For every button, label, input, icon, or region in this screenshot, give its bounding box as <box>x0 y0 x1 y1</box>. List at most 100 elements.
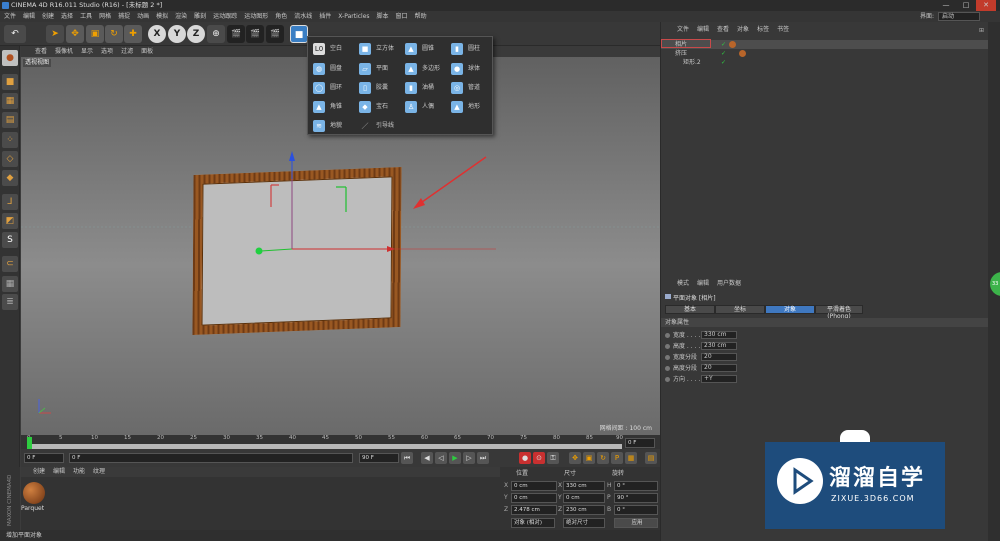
key-rotation-icon[interactable]: ↻ <box>597 452 609 464</box>
polygons-mode-icon[interactable]: ◆ <box>2 170 18 186</box>
live-select-icon[interactable]: ➤ <box>46 25 64 43</box>
key-param-icon[interactable]: P <box>611 452 623 464</box>
object-row-rectangle[interactable]: 矩形.2 <box>661 58 989 67</box>
rotate-icon[interactable]: ↻ <box>105 25 123 43</box>
menu-mograph[interactable]: 运动图形 <box>244 13 268 20</box>
end-frame-field[interactable]: 90 F <box>359 453 399 463</box>
visibility-check-icon[interactable]: ✓ <box>721 50 726 57</box>
obj-menu-view[interactable]: 查看 <box>717 26 729 33</box>
menu-tools[interactable]: 工具 <box>80 13 92 20</box>
tweak-icon[interactable]: ◩ <box>2 213 18 229</box>
material-swatch[interactable] <box>23 482 45 504</box>
model-mode-icon[interactable]: ■ <box>2 74 18 90</box>
menu-item-cone[interactable]: ▲ 圆锥 <box>402 41 448 57</box>
attr-menu-edit[interactable]: 编辑 <box>697 280 709 287</box>
tab-coord[interactable]: 坐标 <box>715 305 765 314</box>
attr-menu-userdata[interactable]: 用户数据 <box>717 280 741 287</box>
menu-item-null[interactable]: L0 空白 <box>310 41 356 57</box>
obj-menu-bookmarks[interactable]: 书签 <box>777 26 789 33</box>
workplane-icon[interactable]: ▤ <box>2 112 18 128</box>
close-button[interactable]: ✕ <box>976 0 996 11</box>
keyframe-dot[interactable] <box>665 333 670 338</box>
menu-item-capsule[interactable]: ▯ 胶囊 <box>356 80 402 96</box>
minimize-button[interactable]: — <box>936 0 956 11</box>
menu-item-guide[interactable]: ／引导线 <box>356 118 402 134</box>
menu-create[interactable]: 创建 <box>42 13 54 20</box>
key-position-icon[interactable]: ✥ <box>569 452 581 464</box>
render-picture-viewer-icon[interactable]: 🎬 <box>246 25 264 43</box>
menu-file[interactable]: 文件 <box>4 13 16 20</box>
obj-menu-file[interactable]: 文件 <box>677 26 689 33</box>
keyframe-dot[interactable] <box>665 355 670 360</box>
goto-start-icon[interactable]: ⏮ <box>401 452 413 464</box>
coordinate-system-icon[interactable]: ⊕ <box>207 25 225 43</box>
size-z-field[interactable]: 230 cm <box>563 505 605 515</box>
material-tag-icon[interactable] <box>739 50 746 57</box>
position-x-field[interactable]: 0 cm <box>511 481 557 491</box>
height-segments-field[interactable]: 20 <box>701 364 737 372</box>
menu-window[interactable]: 窗口 <box>396 13 408 20</box>
prev-key-icon[interactable]: ◀ <box>421 452 433 464</box>
size-x-field[interactable]: 330 cm <box>563 481 605 491</box>
menu-item-cube[interactable]: ■ 立方体 <box>356 41 402 57</box>
obj-menu-tags[interactable]: 标签 <box>757 26 769 33</box>
menu-plugins[interactable]: 插件 <box>319 13 331 20</box>
menu-simulate[interactable]: 模拟 <box>156 13 168 20</box>
axis-mode-icon[interactable]: ⅃ <box>2 194 18 210</box>
prev-frame-icon[interactable]: ◁ <box>435 452 447 464</box>
render-settings-icon[interactable]: 🎬 <box>266 25 284 43</box>
width-field[interactable]: 330 cm <box>701 331 737 339</box>
z-axis-lock-icon[interactable]: Z <box>187 25 205 43</box>
material-tag-icon[interactable] <box>729 41 736 48</box>
viewport-menu-panel[interactable]: 面板 <box>141 48 153 55</box>
viewport-menu-display[interactable]: 显示 <box>81 48 93 55</box>
playhead[interactable] <box>27 437 32 449</box>
play-icon[interactable]: ▶ <box>449 452 461 464</box>
maximize-button[interactable]: □ <box>956 0 976 11</box>
menu-render[interactable]: 渲染 <box>175 13 187 20</box>
tab-object[interactable]: 对象 <box>765 305 815 314</box>
magnet-icon[interactable]: ⊂ <box>2 256 18 272</box>
viewport-menu-camera[interactable]: 摄像机 <box>55 48 73 55</box>
tab-phong[interactable]: 平滑着色(Phong) <box>815 305 863 320</box>
menu-mesh[interactable]: 网格 <box>99 13 111 20</box>
make-editable-icon[interactable]: ● <box>2 50 18 66</box>
goto-end-icon[interactable]: ⏭ <box>477 452 489 464</box>
attr-menu-mode[interactable]: 模式 <box>677 280 689 287</box>
keyframe-dot[interactable] <box>665 377 670 382</box>
menu-motion-tracking[interactable]: 运动跟踪 <box>213 13 237 20</box>
height-field[interactable]: 230 cm <box>701 342 737 350</box>
menu-item-plane[interactable]: ▱ 平面 <box>356 61 402 77</box>
layout-select[interactable]: 启动 <box>938 12 980 21</box>
key-pla-icon[interactable]: ▦ <box>625 452 637 464</box>
menu-snap[interactable]: 捕捉 <box>118 13 130 20</box>
y-axis-lock-icon[interactable]: Y <box>168 25 186 43</box>
size-y-field[interactable]: 0 cm <box>563 493 605 503</box>
timeline-frame-field[interactable]: 0 F <box>625 438 655 448</box>
keyframe-selection-icon[interactable]: ⚿ <box>547 452 559 464</box>
menu-xparticles[interactable]: X-Particles <box>338 13 369 20</box>
snap-icon[interactable]: S <box>2 232 18 248</box>
menu-item-oil-tank[interactable]: ▮ 油桶 <box>402 80 448 96</box>
menu-item-landscape[interactable]: ▲ 地形 <box>448 99 494 115</box>
panel-expand-icon[interactable]: ⊞ <box>979 27 984 34</box>
apply-button[interactable]: 应用 <box>614 518 658 528</box>
menu-item-cylinder[interactable]: ▮ 圆柱 <box>448 41 494 57</box>
edges-mode-icon[interactable]: ◇ <box>2 151 18 167</box>
visibility-check-icon[interactable]: ✓ <box>721 41 726 48</box>
next-frame-icon[interactable]: ▷ <box>463 452 475 464</box>
menu-item-pyramid[interactable]: ▲ 角锥 <box>310 99 356 115</box>
material-menu-create[interactable]: 创建 <box>33 468 45 475</box>
width-segments-field[interactable]: 20 <box>701 353 737 361</box>
obj-menu-edit[interactable]: 编辑 <box>697 26 709 33</box>
menu-item-platonic[interactable]: ◆ 宝石 <box>356 99 402 115</box>
menu-script[interactable]: 脚本 <box>377 13 389 20</box>
tab-basic[interactable]: 基本 <box>665 305 715 314</box>
size-mode-select[interactable]: 绝对尺寸 <box>563 518 605 528</box>
points-mode-icon[interactable]: ⁘ <box>2 132 18 148</box>
recent-tool-icon[interactable]: ✚ <box>124 25 142 43</box>
layers-icon[interactable]: ≣ <box>2 294 18 310</box>
undo-button[interactable]: ↶ <box>4 25 26 43</box>
position-z-field[interactable]: 2.478 cm <box>511 505 557 515</box>
x-axis-lock-icon[interactable]: X <box>148 25 166 43</box>
